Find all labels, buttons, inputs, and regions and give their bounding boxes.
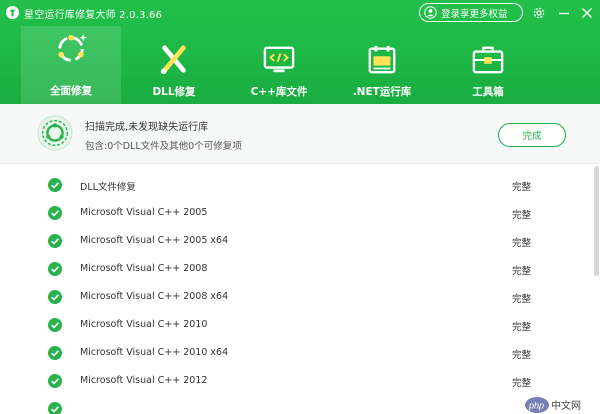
- item-name: Microsoft Visual C++ 2005: [80, 207, 208, 218]
- app-logo-icon: [5, 5, 20, 20]
- app-title: 星空运行库修复大师 2.0.3.66: [24, 10, 163, 21]
- done-button[interactable]: 完成: [498, 123, 566, 147]
- item-name: Microsoft Visual C++ 2008: [80, 263, 208, 274]
- settings-gear-icon[interactable]: [531, 5, 547, 21]
- item-name: DLL文件修复: [80, 182, 136, 193]
- item-name: Microsoft Visual C++ 2005 x64: [80, 235, 229, 246]
- user-icon: [424, 6, 437, 19]
- login-button[interactable]: 登录享更多权益: [419, 3, 523, 22]
- item-status: 完整: [512, 182, 532, 193]
- list-item: Microsoft Visual C++ 2010 x64 完整: [0, 339, 600, 367]
- tab-full-repair[interactable]: 全面修复: [21, 26, 121, 104]
- tab-cpp-library-label: C++库文件: [250, 86, 308, 98]
- close-icon[interactable]: [579, 5, 595, 21]
- main-tabs: 全面修复 DLL修复 C++库文件 .NET运行库 工具箱: [0, 26, 600, 104]
- item-status: 完整: [512, 322, 532, 333]
- tab-cpp-library[interactable]: C++库文件: [229, 34, 329, 104]
- app-header: 星空运行库修复大师 2.0.3.66 登录享更多权益 全面修复 DLL修复 C+…: [0, 0, 600, 104]
- list-item: DLL文件修复 完整: [0, 171, 600, 199]
- check-circle-icon: [48, 290, 62, 304]
- tab-dotnet-runtime-label: .NET运行库: [352, 86, 412, 98]
- item-name: Microsoft Visual C++ 2010: [80, 319, 208, 330]
- check-circle-icon: [48, 346, 62, 360]
- item-name: Microsoft Visual C++ 2012: [80, 375, 208, 386]
- check-circle-icon: [48, 262, 62, 276]
- list-item: [0, 395, 600, 414]
- check-circle-icon: [48, 374, 62, 388]
- item-status: 完整: [512, 350, 532, 361]
- item-name: Microsoft Visual C++ 2008 x64: [80, 291, 229, 302]
- scan-status-panel: 扫描完成,未发现缺失运行库 包含:0个DLL文件及其他0个可修复项 完成: [0, 104, 600, 164]
- list-item: Microsoft Visual C++ 2005 x64 完整: [0, 227, 600, 255]
- dotnet-calendar-icon: [368, 45, 396, 74]
- tab-toolbox-label: 工具箱: [472, 86, 504, 98]
- repair-icon: [58, 33, 87, 62]
- check-circle-icon: [48, 402, 62, 414]
- item-status: 完整: [512, 378, 532, 389]
- status-title: 扫描完成,未发现缺失运行库: [85, 122, 209, 133]
- check-circle-icon: [48, 234, 62, 248]
- scan-complete-icon: [37, 115, 73, 151]
- list-scrollbar[interactable]: [594, 166, 599, 276]
- tab-dll-repair[interactable]: DLL修复: [124, 34, 224, 104]
- item-status: 完整: [512, 238, 532, 249]
- title-bar: 星空运行库修复大师 2.0.3.66 登录享更多权益: [0, 0, 600, 26]
- list-item: Microsoft Visual C++ 2008 x64 完整: [0, 283, 600, 311]
- list-item: Microsoft Visual C++ 2012 完整: [0, 367, 600, 395]
- tab-dll-repair-label: DLL修复: [152, 86, 196, 98]
- tab-dotnet-runtime[interactable]: .NET运行库: [332, 34, 432, 104]
- watermark-text: 中文网: [551, 399, 581, 412]
- list-item: Microsoft Visual C++ 2005 完整: [0, 199, 600, 227]
- list-item: Microsoft Visual C++ 2008 完整: [0, 255, 600, 283]
- item-status: 完整: [512, 210, 532, 221]
- item-name: Microsoft Visual C++ 2010 x64: [80, 347, 229, 358]
- login-label: 登录享更多权益: [441, 8, 508, 20]
- list-item: Microsoft Visual C++ 2010 完整: [0, 311, 600, 339]
- runtime-list: DLL文件修复 完整 Microsoft Visual C++ 2005 完整 …: [0, 165, 600, 414]
- item-status: 完整: [512, 266, 532, 277]
- tab-full-repair-label: 全面修复: [50, 85, 92, 97]
- check-circle-icon: [48, 206, 62, 220]
- svg-text:php: php: [528, 401, 544, 411]
- dll-tool-icon: [160, 45, 186, 75]
- php-watermark-logo: php 中文网: [525, 397, 581, 413]
- item-status: 完整: [512, 294, 532, 305]
- toolbox-icon: [472, 46, 504, 74]
- code-monitor-icon: [263, 46, 295, 73]
- check-circle-icon: [48, 318, 62, 332]
- status-subtitle: 包含:0个DLL文件及其他0个可修复项: [85, 141, 242, 152]
- tab-toolbox[interactable]: 工具箱: [438, 34, 538, 104]
- minimize-icon[interactable]: [556, 5, 572, 21]
- check-circle-icon: [48, 178, 62, 192]
